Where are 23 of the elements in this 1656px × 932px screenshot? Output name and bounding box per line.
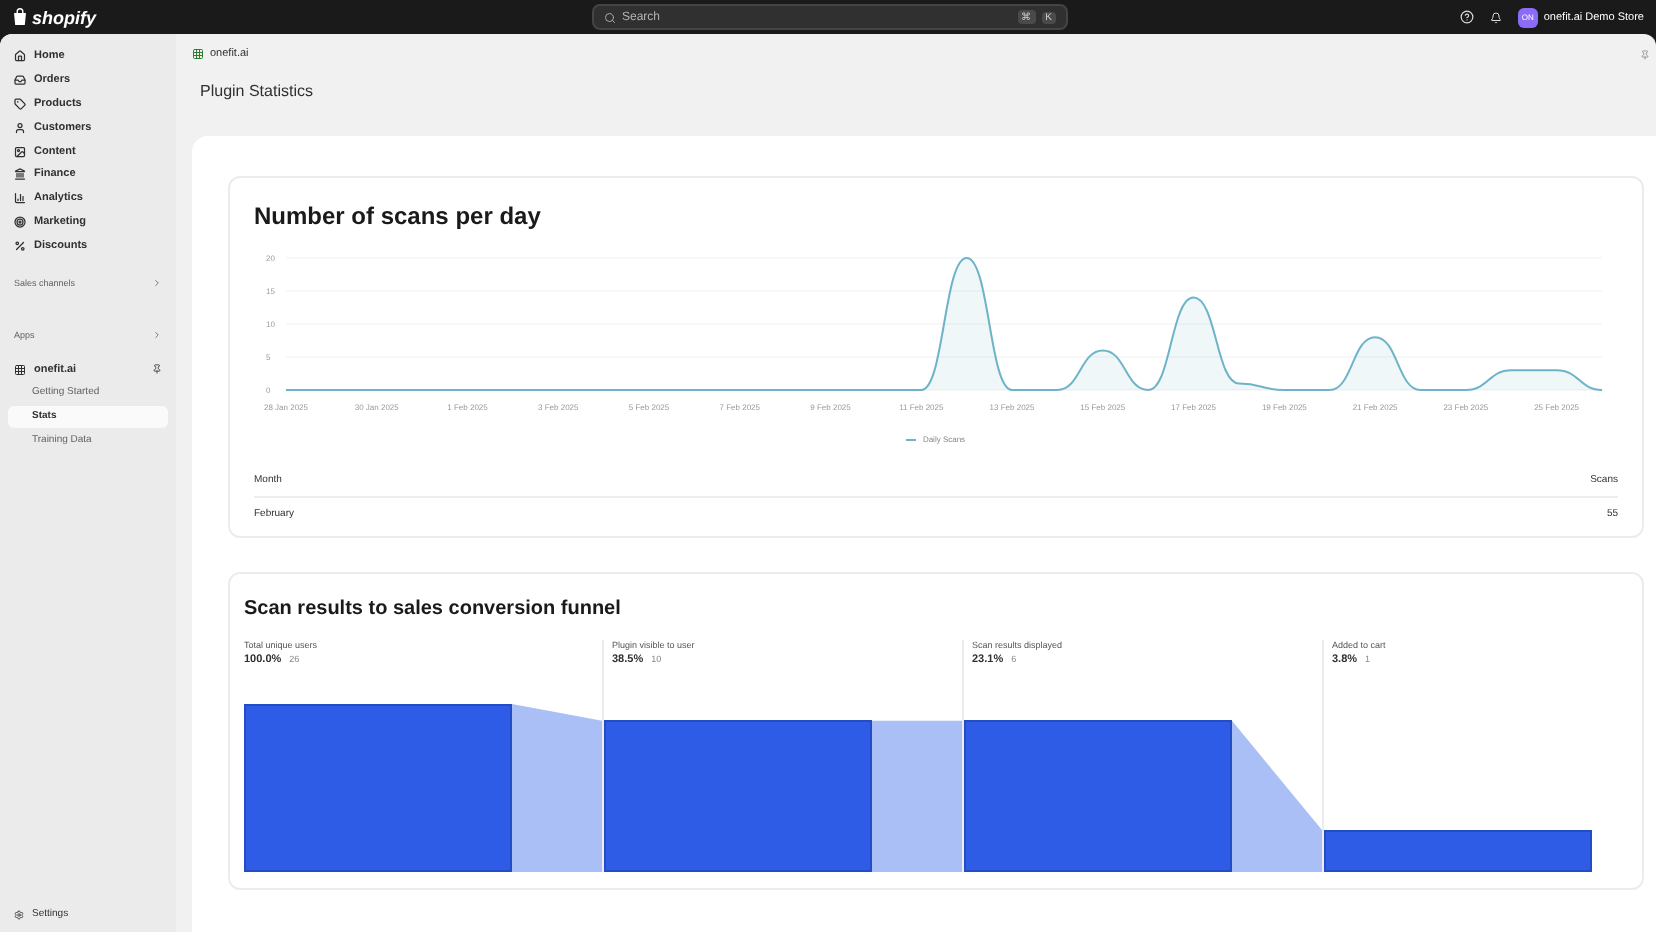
page-title: Plugin Statistics [198, 80, 315, 104]
percent-icon [14, 239, 26, 252]
bag-icon [12, 8, 28, 26]
card-title: Scan results to sales conversion funnel [244, 598, 623, 620]
tag-icon [14, 97, 26, 110]
search-icon [604, 11, 616, 23]
brand-logo: shopify [12, 7, 592, 27]
help-icon[interactable] [1459, 10, 1474, 24]
target-icon [14, 215, 26, 228]
bank-icon [14, 168, 26, 181]
app-icon [14, 363, 26, 376]
pin-icon[interactable] [152, 364, 162, 375]
settings-icon [14, 909, 24, 919]
bell-icon[interactable] [1489, 11, 1502, 23]
chevron-icon[interactable] [152, 278, 162, 289]
home-icon [14, 50, 26, 63]
person-icon [14, 121, 26, 134]
bar-chart-icon [14, 192, 26, 205]
image-icon [14, 145, 26, 158]
app-icon [192, 48, 204, 60]
chevron-icon[interactable] [152, 330, 162, 341]
card-title: Number of scans per day [254, 202, 543, 230]
inbox-icon [14, 74, 26, 87]
